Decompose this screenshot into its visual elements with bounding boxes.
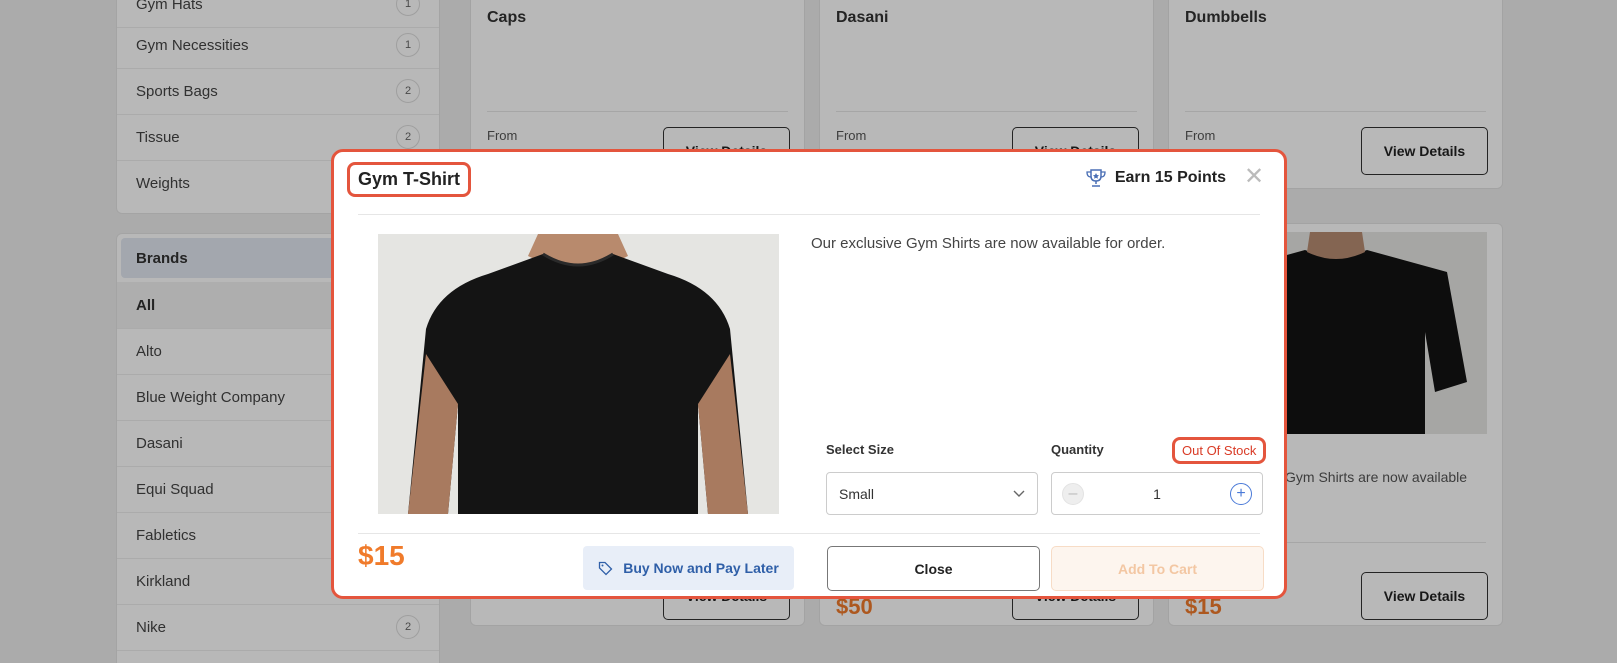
divider	[358, 533, 1260, 534]
quantity-value[interactable]: 1	[1153, 486, 1161, 502]
modal-price: $15	[358, 540, 405, 571]
quantity-stepper: – 1 +	[1051, 472, 1263, 515]
size-select[interactable]: Small	[826, 472, 1038, 515]
size-label: Select Size	[826, 442, 894, 457]
size-select-value: Small	[839, 485, 875, 502]
bnpl-label: Buy Now and Pay Later	[623, 560, 779, 576]
buy-now-pay-later-button[interactable]: Buy Now and Pay Later	[583, 546, 794, 590]
product-modal: Gym T-Shirt Earn 15 Points ✕ Our exclusi…	[331, 149, 1287, 599]
earn-points: Earn 15 Points	[1085, 168, 1226, 188]
divider	[358, 214, 1260, 215]
close-button[interactable]: Close	[827, 546, 1040, 591]
product-description: Our exclusive Gym Shirts are now availab…	[811, 235, 1166, 252]
earn-points-label: Earn 15 Points	[1114, 169, 1226, 186]
modal-title: Gym T-Shirt	[347, 162, 472, 197]
quantity-label: Quantity	[1051, 442, 1104, 457]
plus-icon[interactable]: +	[1229, 482, 1252, 505]
tshirt-image	[378, 234, 779, 514]
close-icon[interactable]: ✕	[1242, 165, 1266, 190]
product-image	[378, 234, 779, 514]
minus-icon[interactable]: –	[1062, 482, 1084, 505]
tag-icon	[599, 561, 613, 575]
trophy-icon	[1086, 169, 1106, 187]
stock-status-badge: Out Of Stock	[1172, 437, 1267, 464]
add-to-cart-button[interactable]: Add To Cart	[1051, 546, 1264, 591]
chevron-down-icon	[1013, 490, 1025, 497]
